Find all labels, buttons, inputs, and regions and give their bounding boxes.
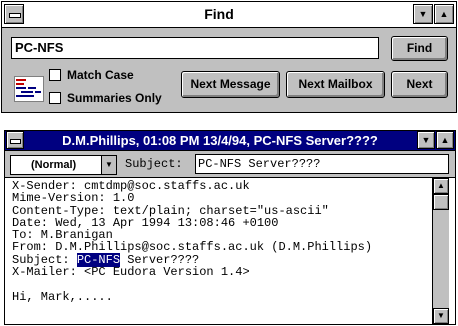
find-titlebar[interactable]: Find ▼ ▲ — [2, 2, 456, 28]
message-minimize-icon[interactable]: ▼ — [417, 131, 435, 149]
scroll-down-icon[interactable]: ▼ — [433, 308, 449, 324]
scroll-thumb[interactable] — [433, 194, 449, 210]
search-input[interactable]: PC-NFS — [11, 37, 379, 59]
body-line — [12, 278, 432, 290]
message-header-bar: (Normal) ▼ Subject: PC-NFS Server???? — [5, 151, 455, 178]
vertical-scrollbar[interactable]: ▲ ▼ — [432, 178, 449, 324]
match-case-option[interactable]: Match Case — [49, 67, 134, 83]
priority-select[interactable]: (Normal) ▼ — [10, 155, 117, 175]
summaries-only-label: Summaries Only — [67, 91, 162, 105]
system-menu-icon[interactable] — [4, 4, 24, 24]
message-titlebar[interactable]: D.M.Phillips, 01:08 PM 13/4/94, PC-NFS S… — [5, 131, 455, 151]
message-body[interactable]: X-Sender: cmtdmp@soc.staffs.ac.uk Mime-V… — [5, 178, 432, 324]
summaries-only-checkbox[interactable] — [49, 91, 61, 104]
maximize-arrow-icon[interactable]: ▲ — [434, 4, 454, 24]
body-line: Mime-Version: 1.0 — [12, 191, 135, 206]
body-line: X-Mailer: <PC Eudora Version 1.4> — [12, 265, 250, 280]
message-system-menu-icon[interactable] — [6, 131, 24, 149]
message-maximize-icon[interactable]: ▲ — [436, 131, 454, 149]
next-message-button[interactable]: Next Message — [181, 71, 280, 98]
find-window: Find ▼ ▲ PC-NFS Find Match Case Summarie… — [1, 1, 457, 113]
desktop: Find ▼ ▲ PC-NFS Find Match Case Summarie… — [0, 0, 458, 326]
priority-value: (Normal) — [31, 159, 77, 171]
find-window-title: Find — [204, 6, 234, 22]
minimize-arrow-icon[interactable]: ▼ — [413, 4, 433, 24]
match-case-checkbox[interactable] — [49, 68, 61, 81]
message-window: D.M.Phillips, 01:08 PM 13/4/94, PC-NFS S… — [4, 130, 456, 325]
subject-label: Subject: — [125, 157, 183, 171]
match-case-label: Match Case — [67, 68, 134, 82]
find-button[interactable]: Find — [391, 36, 448, 61]
dropdown-arrow-icon[interactable]: ▼ — [101, 156, 116, 174]
body-line: Hi, Mark,..... — [12, 289, 113, 304]
message-window-title: D.M.Phillips, 01:08 PM 13/4/94, PC-NFS S… — [62, 133, 378, 148]
next-mailbox-button[interactable]: Next Mailbox — [286, 71, 385, 98]
mailbox-search-icon — [14, 76, 44, 102]
next-button[interactable]: Next — [391, 71, 448, 98]
subject-field[interactable]: PC-NFS Server???? — [195, 154, 449, 174]
scroll-up-icon[interactable]: ▲ — [433, 178, 449, 194]
summaries-only-option[interactable]: Summaries Only — [49, 90, 162, 106]
